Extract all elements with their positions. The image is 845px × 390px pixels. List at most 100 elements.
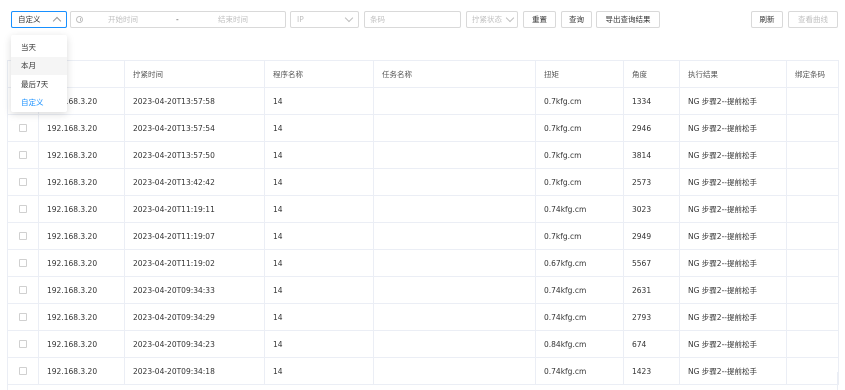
cell-torque: 0.74kfg.cm [536,304,624,330]
cell-tighten-time: 2023-04-20T09:34:23 [125,331,265,357]
status-select[interactable]: 拧紧状态 [466,11,518,28]
export-button[interactable]: 导出查询结果 [596,11,660,28]
cell-torque: 0.84kfg.cm [536,331,624,357]
cell-task-name [374,142,536,168]
row-checkbox[interactable] [19,232,27,240]
cell-program-name: 14 [265,142,374,168]
cell-barcode [787,304,839,330]
table-row[interactable]: 192.168.3.20 2023-04-20T13:57:58 14 0.7kfg.… [8,88,839,115]
cell-program-name: 14 [265,88,374,114]
table-row[interactable]: 192.168.3.20 2023-04-20T09:34:23 14 0.84kfg… [8,331,839,358]
cell-torque: 0.67kfg.cm [536,250,624,276]
chevron-down-icon [344,13,354,23]
cell-barcode [787,331,839,357]
cell-task-name [374,223,536,249]
cell-ip: 192.168.3.20 [39,115,125,141]
table-header: 拧紧时间 程序名称 任务名称 扭矩 角度 执行结果 绑定条码 [8,61,839,88]
table-row[interactable]: 192.168.3.20 2023-04-20T13:57:54 14 0.7kfg.… [8,115,839,142]
table-row[interactable]: 192.168.3.20 2023-04-20T13:57:50 14 0.7kfg.… [8,142,839,169]
barcode-input[interactable]: 条码 [364,11,461,28]
cell-torque: 0.7kfg.cm [536,88,624,114]
cell-ip: 192.168.3.20 [39,142,125,168]
cell-result: NG 步骤2--提前松手 [680,88,787,114]
start-time-input[interactable]: 开始时间 [108,14,138,25]
row-checkbox[interactable] [19,313,27,321]
cell-ip: 192.168.3.20 [39,304,125,330]
cell-barcode [787,169,839,195]
row-checkbox[interactable] [19,124,27,132]
time-range-picker[interactable]: 开始时间 - 结束时间 [70,11,286,28]
cell-torque: 0.74kfg.cm [536,277,624,303]
table-row[interactable]: 192.168.3.20 2023-04-20T11:19:07 14 0.7kfg.… [8,223,839,250]
cell-angle: 1334 [624,88,680,114]
cell-angle: 2793 [624,304,680,330]
cell-angle: 3814 [624,142,680,168]
header-result: 执行结果 [680,61,787,87]
menu-item-this-month[interactable]: 本月 [11,56,67,75]
row-checkbox[interactable] [19,259,27,267]
cell-result: NG 步骤2--提前松手 [680,169,787,195]
cell-task-name [374,331,536,357]
header-barcode: 绑定条码 [787,61,839,87]
menu-item-last-7-days[interactable]: 最后7天 [11,75,67,94]
range-dropdown-menu: 当天 本月 最后7天 自定义 [11,35,67,112]
cell-result: NG 步骤2--提前松手 [680,331,787,357]
row-checkbox[interactable] [19,286,27,294]
cell-program-name: 14 [265,304,374,330]
table-row[interactable]: 192.168.3.20 2023-04-20T13:42:42 14 0.7kfg.… [8,169,839,196]
results-table: 拧紧时间 程序名称 任务名称 扭矩 角度 执行结果 绑定条码 192.168.3… [7,60,839,385]
cell-tighten-time: 2023-04-20T09:34:29 [125,304,265,330]
end-time-input[interactable]: 结束时间 [218,14,248,25]
cell-angle: 2946 [624,115,680,141]
cell-ip: 192.168.3.20 [39,169,125,195]
table-row[interactable]: 192.168.3.20 2023-04-20T11:19:02 14 0.67kfg… [8,250,839,277]
header-program-name: 程序名称 [265,61,374,87]
cell-program-name: 14 [265,196,374,222]
query-button[interactable]: 查询 [561,11,592,28]
cell-result: NG 步骤2--提前松手 [680,304,787,330]
row-checkbox[interactable] [19,151,27,159]
header-torque: 扭矩 [536,61,624,87]
cell-torque: 0.74kfg.cm [536,196,624,222]
row-checkbox[interactable] [19,340,27,348]
cell-program-name: 14 [265,277,374,303]
cell-ip: 192.168.3.20 [39,223,125,249]
chevron-down-icon [505,13,515,23]
cell-tighten-time: 2023-04-20T13:57:58 [125,88,265,114]
table-row[interactable]: 192.168.3.20 2023-04-20T09:34:29 14 0.74kfg… [8,304,839,331]
cell-task-name [374,88,536,114]
cell-tighten-time: 2023-04-20T11:19:11 [125,196,265,222]
range-select[interactable]: 自定义 [11,11,67,28]
header-tighten-time: 拧紧时间 [125,61,265,87]
cell-ip: 192.168.3.20 [39,250,125,276]
cell-barcode [787,142,839,168]
barcode-placeholder: 条码 [370,15,385,24]
row-checkbox[interactable] [19,178,27,186]
cell-tighten-time: 2023-04-20T13:57:50 [125,142,265,168]
header-task-name: 任务名称 [374,61,536,87]
cell-angle: 2573 [624,169,680,195]
cell-ip: 192.168.3.20 [39,277,125,303]
cell-program-name: 14 [265,169,374,195]
cell-result: NG 步骤2--提前松手 [680,250,787,276]
view-curve-button[interactable]: 查看曲线 [788,11,838,28]
ip-select[interactable]: IP [290,11,359,28]
cell-program-name: 14 [265,331,374,357]
cell-ip: 192.168.3.20 [39,331,125,357]
table-row[interactable]: 192.168.3.20 2023-04-20T09:34:33 14 0.74kfg… [8,277,839,304]
cell-task-name [374,277,536,303]
header-angle: 角度 [624,61,680,87]
refresh-button[interactable]: 刷新 [751,11,783,28]
row-checkbox[interactable] [19,205,27,213]
cell-angle: 674 [624,331,680,357]
cell-angle: 2631 [624,277,680,303]
table-row[interactable]: 192.168.3.20 2023-04-20T11:19:11 14 0.74kfg… [8,196,839,223]
cell-torque: 0.7kfg.cm [536,115,624,141]
clock-icon [76,16,83,23]
menu-item-custom[interactable]: 自定义 [11,94,67,113]
cell-torque: 0.7kfg.cm [536,169,624,195]
table-footer-space [7,372,838,390]
menu-item-today[interactable]: 当天 [11,38,67,57]
reset-button[interactable]: 重置 [523,11,556,28]
cell-program-name: 14 [265,223,374,249]
